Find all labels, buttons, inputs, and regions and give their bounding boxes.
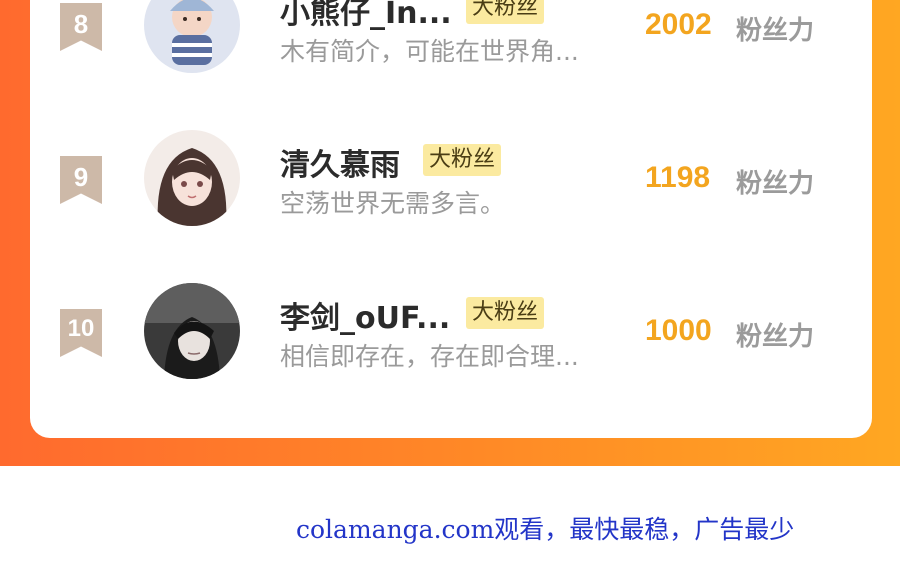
fan-power-score: 1198 bbox=[645, 161, 711, 194]
fan-power-score: 1000 bbox=[645, 314, 712, 347]
fan-power-label: 粉丝力 bbox=[736, 322, 815, 352]
anime-girl-avatar-icon bbox=[144, 130, 240, 226]
rank-number: 9 bbox=[73, 162, 89, 192]
fan-level-badge: 大粉丝 bbox=[466, 297, 545, 329]
fan-power-label: 粉丝力 bbox=[736, 169, 815, 199]
footer-watermark-text: colamanga.com观看，最快最稳，广告最少 bbox=[296, 515, 795, 544]
user-name[interactable]: 小熊仔_In... bbox=[280, 0, 452, 32]
fan-level-badge: 大粉丝 bbox=[466, 0, 545, 24]
rank-number: 10 bbox=[67, 315, 95, 342]
fan-level-badge: 大粉丝 bbox=[423, 144, 502, 176]
user-bio: 空荡世界无需多言。 bbox=[280, 189, 506, 218]
rank-number: 8 bbox=[73, 9, 89, 39]
user-name[interactable]: 清久慕雨 bbox=[280, 140, 400, 184]
fan-power-label: 粉丝力 bbox=[736, 16, 815, 46]
user-bio: 木有简介，可能在世界角... bbox=[280, 37, 579, 66]
user-name[interactable]: 李剑_oUF... bbox=[280, 293, 450, 337]
avatar[interactable] bbox=[144, 283, 240, 379]
anime-boy-avatar-icon bbox=[144, 283, 240, 379]
fan-power-score: 2002 bbox=[645, 8, 712, 41]
avatar[interactable] bbox=[144, 130, 240, 226]
user-bio: 相信即存在，存在即合理... bbox=[280, 342, 579, 371]
